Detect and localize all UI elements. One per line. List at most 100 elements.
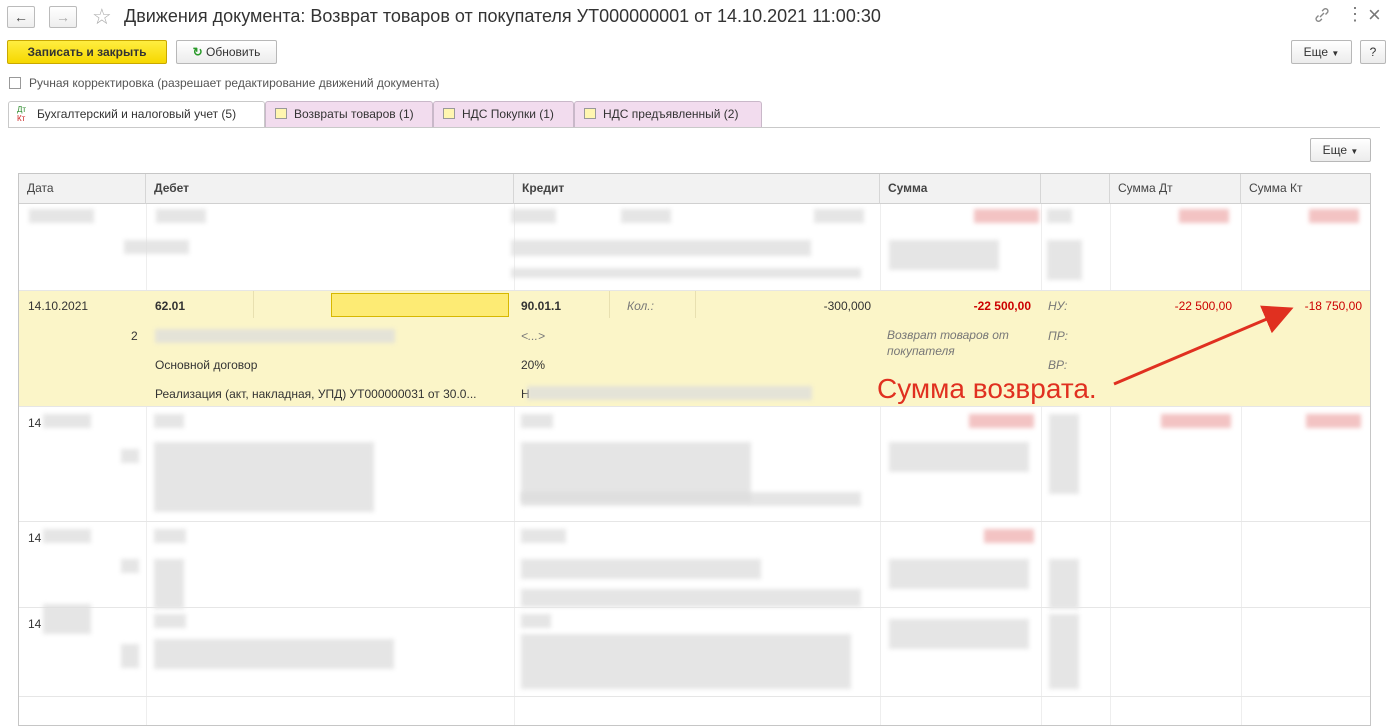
tab-returns[interactable]: Возвраты товаров (1): [265, 101, 433, 127]
menu-icon[interactable]: ⋮: [1346, 4, 1364, 25]
refresh-icon: ↻: [192, 45, 203, 59]
tab-returns-label: Возвраты товаров (1): [294, 107, 414, 121]
favorite-star-icon[interactable]: ☆: [92, 4, 112, 30]
row-divider: [19, 521, 1370, 522]
column-divider: [880, 204, 881, 725]
blurred-text: [154, 414, 184, 428]
tab-accounting-label: Бухгалтерский и налоговый учет (5): [37, 107, 237, 121]
blurred-text: [154, 442, 374, 512]
vr-label: ВР:: [1048, 358, 1068, 372]
blurred-text: [156, 209, 206, 223]
blurred-amount: [984, 529, 1034, 543]
blurred-text: [124, 240, 189, 254]
blurred-text: [154, 559, 184, 609]
blurred-text: [1049, 559, 1079, 609]
blurred-text: [521, 529, 566, 543]
blurred-text: [1049, 614, 1079, 689]
movements-table[interactable]: Дата Дебет Кредит Сумма Сумма Дт Сумма К…: [18, 173, 1371, 726]
save-and-close-button[interactable]: Записать и закрыть: [7, 40, 167, 64]
cell-divider: [609, 291, 610, 318]
blurred-amount: [1161, 414, 1231, 428]
column-divider: [1110, 204, 1111, 725]
table-more-label: Еще: [1322, 143, 1348, 157]
blurred-text: [521, 559, 761, 579]
nu-label: НУ:: [1048, 299, 1068, 313]
blurred-text: [511, 209, 556, 223]
column-divider: [1041, 204, 1042, 725]
blurred-amount: [1306, 414, 1361, 428]
credit-subconto-2: 20%: [521, 358, 546, 372]
blurred-amount: [969, 414, 1034, 428]
row-line-number: 2: [131, 329, 138, 343]
register-icon: [584, 108, 596, 119]
row-date-partial: 14: [28, 531, 42, 545]
blurred-text: [521, 414, 553, 428]
blurred-text: [511, 240, 811, 256]
link-icon[interactable]: [1314, 7, 1330, 26]
blurred-text: [155, 329, 395, 343]
cell-divider: [695, 291, 696, 318]
blurred-text: [1049, 414, 1079, 494]
refresh-button[interactable]: ↻ Обновить: [176, 40, 277, 64]
column-header-amount-dt[interactable]: Сумма Дт: [1110, 174, 1241, 204]
blurred-text: [889, 559, 1029, 589]
dt-kt-icon: Дт Кт: [17, 105, 27, 123]
debit-subconto-1: Основной договор: [155, 358, 258, 372]
column-header-debit[interactable]: Дебет: [146, 174, 514, 204]
blurred-text: [1047, 240, 1082, 280]
blurred-text: [521, 614, 551, 628]
blurred-text: [43, 604, 91, 634]
blurred-text: [43, 529, 91, 543]
blurred-text: [527, 386, 812, 400]
blurred-amount: [974, 209, 1039, 223]
close-icon[interactable]: ×: [1368, 2, 1381, 28]
column-header-credit[interactable]: Кредит: [514, 174, 880, 204]
help-button[interactable]: ?: [1360, 40, 1386, 64]
chevron-down-icon: ▼: [1331, 49, 1340, 58]
credit-subconto-1: <...>: [521, 329, 546, 343]
column-header-amount[interactable]: Сумма: [880, 174, 1041, 204]
blurred-text: [29, 209, 94, 223]
refresh-label: Обновить: [206, 45, 261, 59]
blurred-text: [121, 559, 139, 573]
blurred-text: [154, 529, 186, 543]
tab-vat-purchases-label: НДС Покупки (1): [462, 107, 554, 121]
tab-divider: [8, 127, 1380, 128]
table-more-button[interactable]: Еще ▼: [1310, 138, 1371, 162]
back-button[interactable]: ←: [7, 6, 35, 28]
column-header-amount-kt[interactable]: Сумма Кт: [1241, 174, 1370, 204]
blurred-text: [521, 492, 861, 506]
row-date: 14.10.2021: [28, 299, 89, 313]
forward-button[interactable]: →: [49, 6, 77, 28]
column-header-date[interactable]: Дата: [19, 174, 146, 204]
tab-vat-presented[interactable]: НДС предъявленный (2): [574, 101, 762, 127]
credit-qty: -300,000: [823, 299, 871, 313]
tab-accounting[interactable]: Дт Кт Бухгалтерский и налоговый учет (5): [8, 101, 265, 128]
row-divider: [19, 696, 1370, 697]
row-date-partial: 14: [28, 617, 42, 631]
chevron-down-icon: ▼: [1350, 147, 1359, 156]
blurred-text: [889, 442, 1029, 472]
annotation-text: Сумма возврата.: [877, 373, 1097, 404]
debit-subconto-2: Реализация (акт, накладная, УПД) УТ00000…: [155, 387, 477, 401]
blurred-text: [814, 209, 864, 223]
blurred-text: [511, 268, 861, 278]
more-button[interactable]: Еще ▼: [1291, 40, 1352, 64]
cell-divider: [253, 291, 254, 318]
register-icon: [275, 108, 287, 119]
blurred-text: [1047, 209, 1072, 223]
blurred-text: [43, 414, 91, 428]
blurred-text: [889, 240, 999, 270]
blurred-text: [889, 619, 1029, 649]
row-date-partial: 14: [28, 416, 42, 430]
row-divider: [19, 406, 1370, 407]
annotation-arrow-icon: [1113, 305, 1294, 386]
column-header-blank[interactable]: [1041, 174, 1110, 204]
blurred-text: [154, 614, 186, 628]
pr-label: ПР:: [1048, 329, 1068, 343]
active-cell[interactable]: [331, 293, 509, 317]
blurred-text: [121, 644, 139, 668]
row-amount: -22 500,00: [973, 299, 1031, 313]
manual-adjust-checkbox[interactable]: [9, 77, 21, 89]
tab-vat-purchases[interactable]: НДС Покупки (1): [433, 101, 574, 127]
